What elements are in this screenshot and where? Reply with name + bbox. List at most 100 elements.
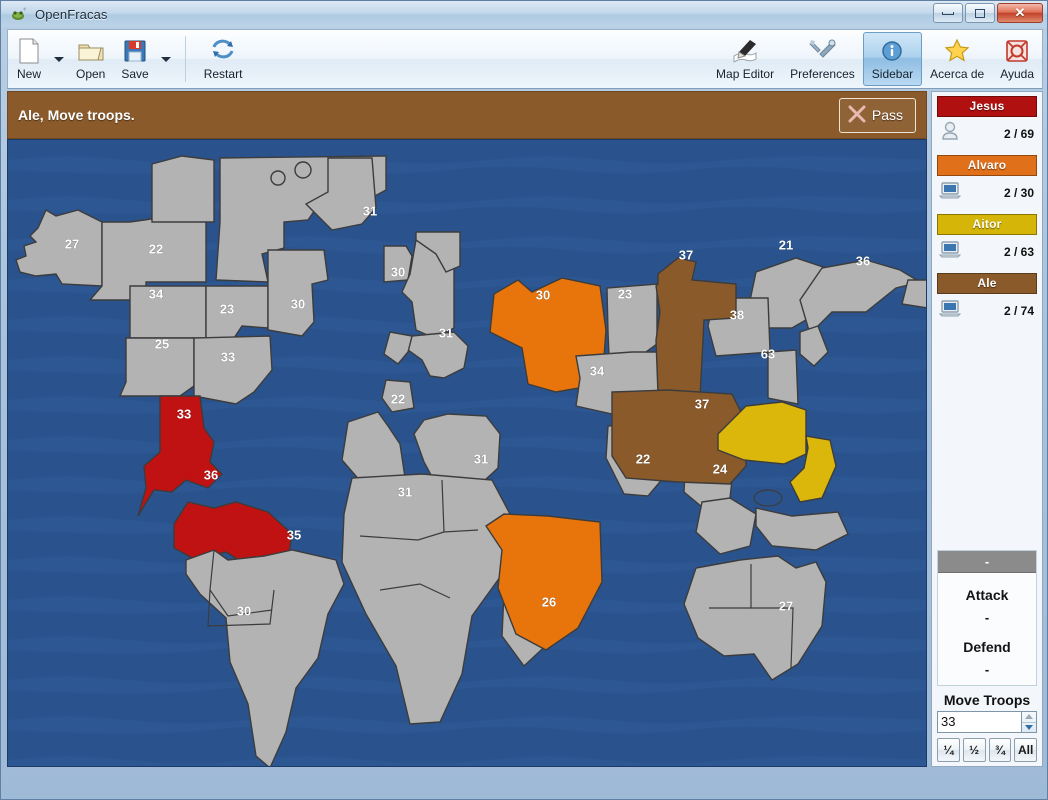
sidebar-panel: Jesus 2 / 69 Alvaro 2 / 30 Aitor 2 / 63 … [931,91,1043,767]
troop-count: 30 [391,264,405,279]
open-button[interactable]: Open [68,30,113,88]
player-stats-row: 2 / 74 [937,294,1037,324]
attack-label: Attack [965,587,1009,603]
save-label: Save [121,66,149,81]
fraction-buttons: ¼ ½ ¾ All [937,738,1037,762]
troop-count: 23 [618,286,632,301]
troop-count: 27 [779,598,793,613]
troop-count: 34 [590,363,605,378]
player-name: Aitor [937,214,1037,235]
territory-island-a[interactable] [270,170,286,186]
help-label: Ayuda [1000,66,1034,81]
spinner-down-button[interactable] [1022,723,1036,733]
quarter-button[interactable]: ¼ [937,738,960,762]
move-troops-input[interactable]: 33 [937,711,1021,733]
toolbar-separator [184,36,186,82]
help-button[interactable]: Ayuda [992,30,1042,88]
player-stats-row: 2 / 30 [937,176,1037,206]
troop-count: 34 [149,286,164,301]
computer-player-icon [938,297,962,324]
troop-count: 22 [149,241,163,256]
troop-count: 31 [363,203,377,218]
player-entry[interactable]: Jesus 2 / 69 [937,96,1037,147]
troop-count: 24 [713,461,728,476]
territory-alberta[interactable] [129,285,207,339]
new-dropdown-button[interactable] [50,30,68,88]
player-territory-count: 2 / 69 [1003,126,1034,141]
troop-count: 31 [474,451,488,466]
defend-value: - [984,662,990,677]
pass-button[interactable]: Pass [838,97,916,133]
map-editor-icon [730,37,760,65]
info-icon [880,37,904,65]
all-button[interactable]: All [1014,738,1037,762]
status-message: Ale, Move troops. [18,107,135,123]
troop-count: 33 [221,349,235,364]
save-dropdown-button[interactable] [157,30,175,88]
new-label: New [16,66,41,81]
troop-count: 35 [287,527,301,542]
minimize-button[interactable] [933,3,963,23]
troop-count: 22 [636,451,650,466]
chevron-down-icon [160,56,171,62]
troop-count: 63 [761,346,775,361]
window-title: OpenFracas [35,6,108,22]
move-troops-spinner[interactable]: 33 [937,711,1037,733]
spinner-buttons[interactable] [1021,711,1037,733]
troop-count: 31 [398,484,412,499]
map-editor-label: Map Editor [716,66,775,81]
territory-northwest-top[interactable] [151,155,215,223]
defend-label: Defend [963,639,1011,655]
pass-label: Pass [871,107,903,123]
maximize-button[interactable] [965,3,995,23]
troop-count: 31 [439,325,453,340]
app-icon [10,5,28,23]
troop-count: 27 [65,236,79,251]
close-button[interactable]: ✕ [997,3,1043,23]
troop-count: 37 [695,396,709,411]
window-controls: ✕ [933,3,1043,23]
chevron-down-icon [1025,724,1033,730]
game-map[interactable]: 27 22 31 34 23 30 25 33 33 36 35 30 30 3… [7,139,927,767]
chevron-down-icon [54,56,64,62]
computer-player-icon [938,179,962,206]
troop-count: 30 [291,296,305,311]
half-button[interactable]: ½ [962,738,986,762]
troop-count: 38 [730,307,744,322]
about-button[interactable]: Acerca de [922,30,992,88]
move-troops-panel: Move Troops 33 ¼ ½ ¾ All [937,692,1037,762]
restart-label: Restart [203,66,243,81]
sidebar-toggle-button[interactable]: Sidebar [862,32,923,86]
map-canvas[interactable]: 27 22 31 34 23 30 25 33 33 36 35 30 30 3… [8,140,927,767]
troop-count: 36 [204,467,218,482]
troop-count: 37 [679,247,693,262]
player-entry[interactable]: Ale 2 / 74 [937,273,1037,324]
status-bar: Ale, Move troops. Pass [7,91,927,139]
player-territory-count: 2 / 30 [1003,185,1034,200]
preferences-button[interactable]: Preferences [782,30,863,88]
player-name: Alvaro [937,155,1037,176]
spinner-up-button[interactable] [1022,712,1036,723]
territory-inner-sea [753,489,783,507]
human-player-icon [939,120,961,147]
open-folder-icon [77,37,105,65]
player-entry[interactable]: Aitor 2 / 63 [937,214,1037,265]
preferences-label: Preferences [790,66,855,81]
troop-count: 22 [391,391,405,406]
troop-count: 30 [237,603,251,618]
new-button[interactable]: New [8,30,50,88]
player-territory-count: 2 / 74 [1003,303,1034,318]
save-button[interactable]: Save [113,30,156,88]
battle-panel: - Attack - Defend - [937,550,1037,686]
map-editor-button[interactable]: Map Editor [708,30,782,88]
troop-count: 30 [536,287,550,302]
player-entry[interactable]: Alvaro 2 / 30 [937,155,1037,206]
preferences-tools-icon [808,37,837,65]
territory-island-b[interactable] [294,161,312,179]
restart-button[interactable]: Restart [196,30,251,88]
troop-count: 25 [155,336,169,351]
sidebar-label: Sidebar [871,66,914,81]
three-quarter-button[interactable]: ¾ [988,738,1012,762]
